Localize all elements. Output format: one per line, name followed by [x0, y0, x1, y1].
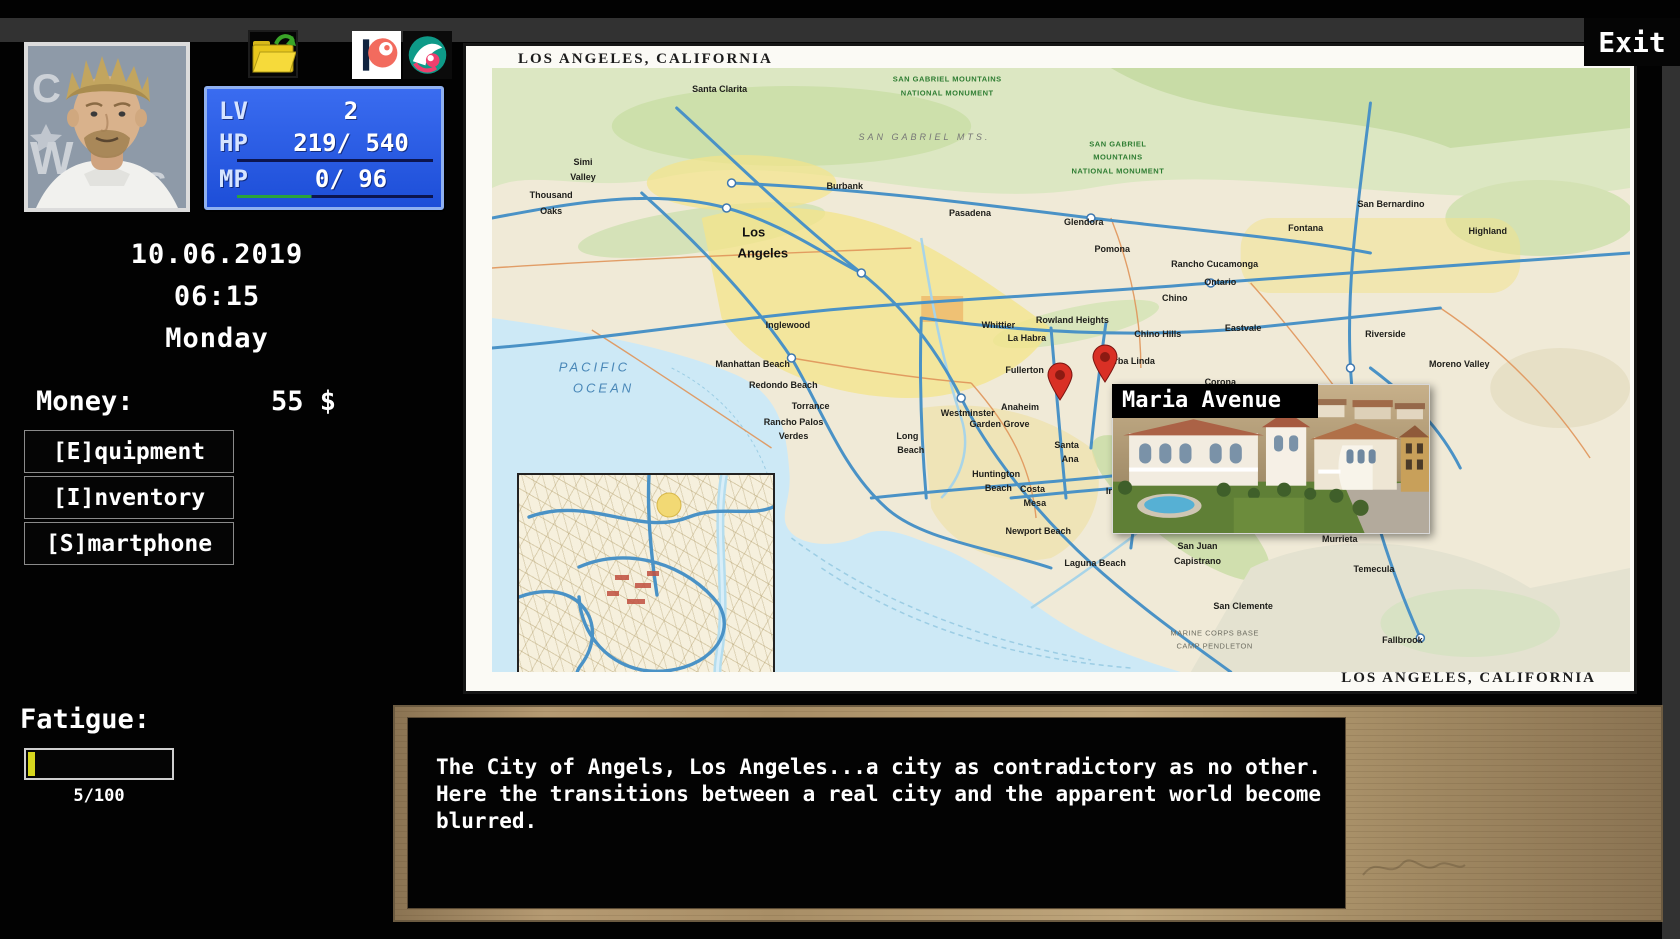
level-label: LV: [219, 97, 267, 125]
main-menu: [E]quipment[I]nventory[S]martphone: [24, 430, 234, 568]
level-row: LV 2: [219, 96, 435, 126]
map-window[interactable]: LOS ANGELES, CALIFORNIA LOS ANGELES, CAL…: [463, 43, 1637, 694]
fatigue-label: Fatigue:: [20, 704, 150, 735]
menu-button-smartphone[interactable]: [S]martphone: [24, 522, 234, 565]
mp-label: MP: [219, 165, 267, 193]
money-row: Money: 55 $: [36, 386, 336, 417]
dialogue-textbox: The City of Angels, Los Angeles...a city…: [408, 718, 1345, 908]
dialogue-window[interactable]: The City of Angels, Los Angeles...a city…: [393, 705, 1663, 922]
dialogue-line: The City of Angels, Los Angeles...a city…: [436, 754, 1321, 781]
dialogue-line: blurred.: [436, 808, 1321, 835]
map-title-top: LOS ANGELES, CALIFORNIA: [518, 51, 773, 68]
location-tooltip[interactable]: Maria Avenue: [1112, 384, 1430, 534]
calendar-block: 10.06.2019 06:15 Monday: [24, 234, 410, 360]
date-text: 10.06.2019: [24, 234, 410, 276]
dialogue-text: The City of Angels, Los Angeles...a city…: [436, 754, 1321, 835]
patreon-icon: [352, 31, 401, 79]
window-right-band: [1662, 18, 1680, 939]
map-pin[interactable]: [1045, 361, 1075, 401]
load-game-button[interactable]: [248, 30, 298, 78]
stats-panel: LV 2 HP 219/ 540 MP 0/ 96: [204, 86, 444, 210]
fatigue-bar: [24, 748, 174, 780]
fatigue-value: 5/100: [24, 786, 174, 806]
player-portrait: C W S: [24, 42, 190, 212]
map-title-bottom: LOS ANGELES, CALIFORNIA: [1341, 670, 1596, 687]
map-pins: [492, 68, 1630, 672]
game-screen: Exit C W S: [0, 0, 1680, 939]
hp-label: HP: [219, 129, 267, 157]
hp-value: 219/ 540: [267, 129, 435, 157]
dialogue-line: Here the transitions between a real city…: [436, 781, 1321, 808]
subscribestar-link[interactable]: [403, 31, 452, 79]
mp-row: MP 0/ 96: [219, 164, 435, 194]
wood-scribble: [1353, 835, 1473, 895]
mp-bar: [237, 195, 433, 198]
hp-row: HP 219/ 540: [219, 128, 435, 158]
time-text: 06:15: [24, 276, 410, 318]
exit-button[interactable]: Exit: [1584, 18, 1680, 66]
folder-icon: [250, 32, 296, 76]
patreon-link[interactable]: [352, 31, 401, 79]
los-angeles-map[interactable]: Santa ClaritaSAN GABRIEL MOUNTAINSNATION…: [492, 68, 1630, 672]
svg-text:C: C: [32, 67, 61, 111]
map-pin-icon: [1090, 343, 1120, 383]
map-pin[interactable]: [1090, 343, 1120, 383]
tooltip-label: Maria Avenue: [1112, 384, 1318, 418]
money-value: 55 $: [271, 386, 336, 417]
mp-value: 0/ 96: [267, 165, 435, 193]
money-label: Money:: [36, 386, 134, 417]
menu-button-equipment[interactable]: [E]quipment: [24, 430, 234, 473]
level-value: 2: [267, 97, 435, 125]
fatigue-fill: [28, 752, 35, 776]
map-pin-icon: [1045, 361, 1075, 401]
weekday-text: Monday: [24, 318, 410, 360]
menu-button-inventory[interactable]: [I]nventory: [24, 476, 234, 519]
subscribestar-icon: [403, 31, 452, 79]
hp-bar: [237, 159, 433, 162]
player-portrait-image: C W S: [28, 46, 186, 208]
